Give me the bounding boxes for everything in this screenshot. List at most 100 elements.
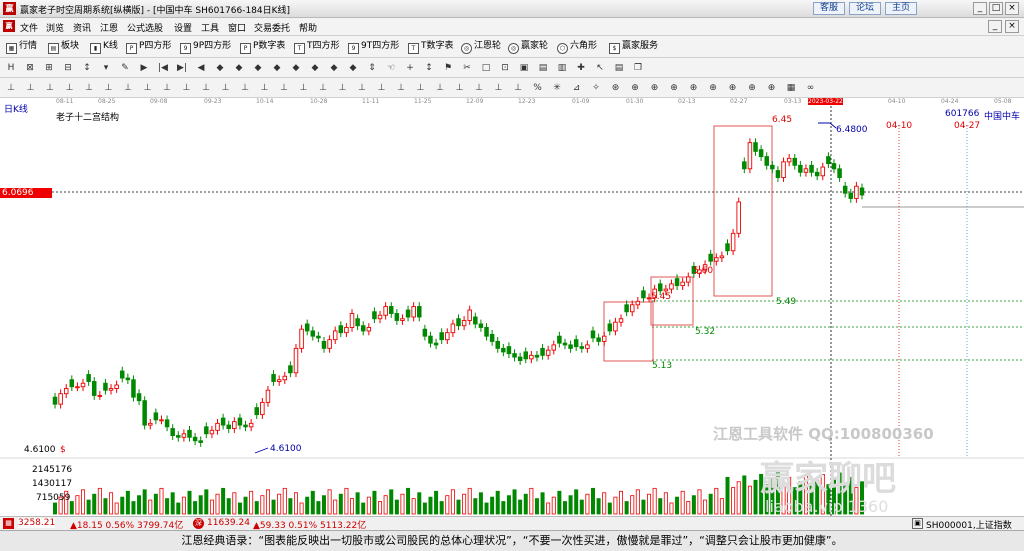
menu-formula-selection[interactable]: 公式选股: [127, 21, 163, 34]
row2-tool-icon-16[interactable]: ⊥: [316, 81, 330, 95]
row1-tool-icon-8[interactable]: |◀: [156, 61, 170, 75]
t-number-table-button[interactable]: T T数字表: [408, 39, 454, 54]
gann-wheel-button[interactable]: ◎ 江恩轮: [461, 39, 501, 54]
row2-tool-icon-25[interactable]: ⊥: [492, 81, 506, 95]
row2-tool-icon-6[interactable]: ⊥: [121, 81, 135, 95]
row2-tool-icon-37[interactable]: ⊕: [726, 81, 740, 95]
row1-tool-icon-16[interactable]: ◆: [308, 61, 322, 75]
row2-tool-icon-26[interactable]: ⊥: [511, 81, 525, 95]
row2-tool-icon-8[interactable]: ⊥: [160, 81, 174, 95]
row2-tool-icon-41[interactable]: ∞: [804, 81, 818, 95]
row1-tool-icon-12[interactable]: ◆: [232, 61, 246, 75]
row1-tool-icon-23[interactable]: ⚑: [441, 61, 455, 75]
row1-tool-icon-6[interactable]: ✎: [118, 61, 132, 75]
minimize-button[interactable]: _: [973, 2, 987, 15]
menu-window[interactable]: 窗口: [228, 21, 246, 34]
row1-tool-icon-30[interactable]: ✚: [574, 61, 588, 75]
row1-tool-icon-29[interactable]: ▥: [555, 61, 569, 75]
menu-browse[interactable]: 浏览: [46, 21, 64, 34]
row2-tool-icon-14[interactable]: ⊥: [277, 81, 291, 95]
close-button[interactable]: ×: [1005, 2, 1019, 15]
menu-tools[interactable]: 工具: [201, 21, 219, 34]
row1-tool-icon-17[interactable]: ◆: [327, 61, 341, 75]
row2-tool-icon-2[interactable]: ⊥: [43, 81, 57, 95]
row2-tool-icon-33[interactable]: ⊕: [648, 81, 662, 95]
row1-tool-icon-15[interactable]: ◆: [289, 61, 303, 75]
row2-tool-icon-30[interactable]: ✧: [589, 81, 603, 95]
row2-tool-icon-15[interactable]: ⊥: [297, 81, 311, 95]
row2-tool-icon-27[interactable]: %: [531, 81, 545, 95]
row2-tool-icon-12[interactable]: ⊥: [238, 81, 252, 95]
row2-tool-icon-22[interactable]: ⊥: [433, 81, 447, 95]
row1-tool-icon-20[interactable]: ☜: [384, 61, 398, 75]
row2-tool-icon-1[interactable]: ⊥: [24, 81, 38, 95]
row1-tool-icon-22[interactable]: ↕: [422, 61, 436, 75]
winner-wheel-button[interactable]: ◎ 赢家轮: [508, 39, 548, 54]
row1-tool-icon-2[interactable]: ⊞: [42, 61, 56, 75]
row2-tool-icon-36[interactable]: ⊕: [706, 81, 720, 95]
row1-tool-icon-9[interactable]: ▶|: [175, 61, 189, 75]
row2-tool-icon-0[interactable]: ⊥: [4, 81, 18, 95]
row2-tool-icon-10[interactable]: ⊥: [199, 81, 213, 95]
child-close-button[interactable]: ×: [1005, 20, 1019, 33]
maximize-button[interactable]: □: [989, 2, 1003, 15]
row1-tool-icon-32[interactable]: ▤: [612, 61, 626, 75]
menu-gann[interactable]: 江恩: [100, 21, 118, 34]
row1-tool-icon-7[interactable]: ▶: [137, 61, 151, 75]
row2-tool-icon-9[interactable]: ⊥: [180, 81, 194, 95]
row1-tool-icon-26[interactable]: ⊡: [498, 61, 512, 75]
row1-tool-icon-3[interactable]: ⊟: [61, 61, 75, 75]
9p-square-button[interactable]: 9 9P四方形: [180, 39, 231, 54]
forum-link[interactable]: 论坛: [849, 2, 881, 15]
p-number-table-button[interactable]: P P数字表: [240, 39, 285, 54]
row2-tool-icon-29[interactable]: ⊿: [570, 81, 584, 95]
row2-tool-icon-13[interactable]: ⊥: [258, 81, 272, 95]
row1-tool-icon-28[interactable]: ▤: [536, 61, 550, 75]
kline-button[interactable]: ▮ K线: [90, 39, 118, 54]
row1-tool-icon-4[interactable]: ↕: [80, 61, 94, 75]
row2-tool-icon-17[interactable]: ⊥: [336, 81, 350, 95]
quote-button[interactable]: ▦ 行情: [6, 39, 37, 54]
row2-tool-icon-3[interactable]: ⊥: [63, 81, 77, 95]
row1-tool-icon-33[interactable]: ❐: [631, 61, 645, 75]
row1-tool-icon-11[interactable]: ◆: [213, 61, 227, 75]
row2-tool-icon-39[interactable]: ⊕: [765, 81, 779, 95]
row2-tool-icon-40[interactable]: ▦: [784, 81, 798, 95]
row1-tool-icon-18[interactable]: ◆: [346, 61, 360, 75]
row2-tool-icon-5[interactable]: ⊥: [102, 81, 116, 95]
row2-tool-icon-7[interactable]: ⊥: [141, 81, 155, 95]
row1-tool-icon-5[interactable]: ▾: [99, 61, 113, 75]
row1-tool-icon-24[interactable]: ✂: [460, 61, 474, 75]
row1-tool-icon-10[interactable]: ◀: [194, 61, 208, 75]
row1-tool-icon-1[interactable]: ⊠: [23, 61, 37, 75]
child-minimize-button[interactable]: _: [988, 20, 1002, 33]
row1-tool-icon-25[interactable]: □: [479, 61, 493, 75]
customer-service-link[interactable]: 客服: [813, 2, 845, 15]
row2-tool-icon-23[interactable]: ⊥: [453, 81, 467, 95]
row1-tool-icon-14[interactable]: ◆: [270, 61, 284, 75]
winner-service-button[interactable]: $ 赢家服务: [609, 39, 658, 54]
row2-tool-icon-4[interactable]: ⊥: [82, 81, 96, 95]
menu-file[interactable]: 文件: [20, 21, 38, 34]
row2-tool-icon-24[interactable]: ⊥: [472, 81, 486, 95]
row2-tool-icon-19[interactable]: ⊥: [375, 81, 389, 95]
row2-tool-icon-18[interactable]: ⊥: [355, 81, 369, 95]
t-square-button[interactable]: T T四方形: [294, 39, 340, 54]
row1-tool-icon-31[interactable]: ↖: [593, 61, 607, 75]
row1-tool-icon-21[interactable]: +: [403, 61, 417, 75]
row2-tool-icon-32[interactable]: ⊕: [628, 81, 642, 95]
sector-button[interactable]: ▤ 板块: [48, 39, 79, 54]
row2-tool-icon-28[interactable]: ✳: [550, 81, 564, 95]
homepage-link[interactable]: 主页: [885, 2, 917, 15]
menu-settings[interactable]: 设置: [174, 21, 192, 34]
menu-help[interactable]: 帮助: [299, 21, 317, 34]
row2-tool-icon-11[interactable]: ⊥: [219, 81, 233, 95]
menu-info[interactable]: 资讯: [73, 21, 91, 34]
row1-tool-icon-13[interactable]: ◆: [251, 61, 265, 75]
row1-tool-icon-27[interactable]: ▣: [517, 61, 531, 75]
row1-tool-icon-19[interactable]: ⇕: [365, 61, 379, 75]
hexagon-button[interactable]: ⬡ 六角形: [557, 39, 597, 54]
menu-trade[interactable]: 交易委托: [254, 21, 290, 34]
row2-tool-icon-20[interactable]: ⊥: [394, 81, 408, 95]
row2-tool-icon-38[interactable]: ⊕: [745, 81, 759, 95]
